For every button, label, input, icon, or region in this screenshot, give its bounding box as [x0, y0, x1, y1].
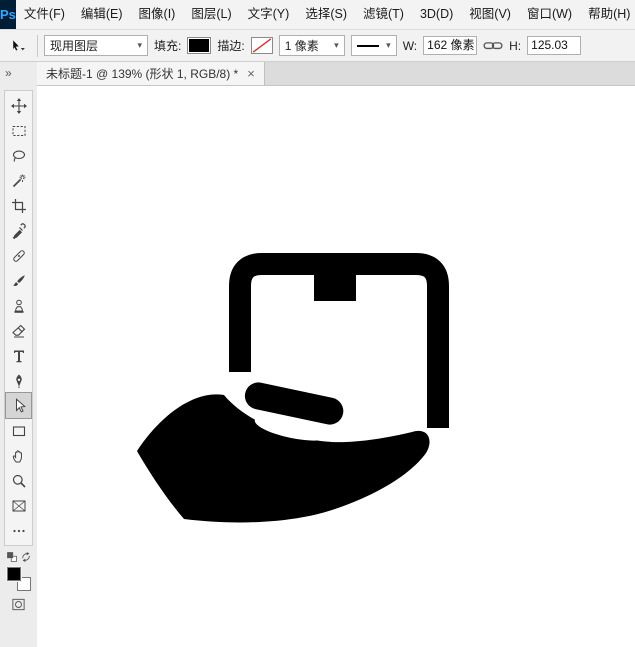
options-bar: 现用图层 ▾ 填充: 描边: 1 像素 ▾ ▾ W: 162 像素 H: 125…	[0, 30, 635, 62]
collapse-panel-button[interactable]: »	[0, 62, 37, 84]
close-tab-icon[interactable]: ×	[247, 67, 255, 80]
magic-wand-tool[interactable]	[6, 168, 31, 193]
magic-wand-tool-icon	[11, 173, 27, 189]
stroke-color-swatch[interactable]	[250, 37, 273, 54]
zoom-tool[interactable]	[6, 468, 31, 493]
hand-tool-icon	[11, 448, 27, 464]
move-tool[interactable]	[6, 93, 31, 118]
crop-tool-icon	[11, 198, 27, 214]
document-tab-bar: 未标题-1 @ 139% (形状 1, RGB/8) * ×	[37, 62, 635, 86]
eraser-tool-icon	[11, 323, 27, 339]
hand-holding-box-shape[interactable]	[132, 246, 454, 536]
height-input[interactable]: 125.03	[527, 36, 582, 55]
menu-item-3d[interactable]: 3D(D)	[412, 0, 461, 29]
marquee-tool-icon	[11, 123, 27, 139]
stroke-label: 描边:	[217, 39, 245, 53]
menu-item-window[interactable]: 窗口(W)	[519, 0, 580, 29]
menu-item-help[interactable]: 帮助(H)	[580, 0, 635, 29]
frame-tool-icon	[11, 498, 27, 514]
rectangle-tool[interactable]	[6, 418, 31, 443]
pen-tool[interactable]	[6, 368, 31, 393]
document-tab-title: 未标题-1 @ 139% (形状 1, RGB/8) *	[46, 67, 239, 81]
marquee-tool[interactable]	[6, 118, 31, 143]
eyedropper-tool[interactable]	[6, 218, 31, 243]
document-tab[interactable]: 未标题-1 @ 139% (形状 1, RGB/8) * ×	[37, 62, 265, 85]
zoom-tool-icon	[11, 473, 27, 489]
stroke-style-dropdown[interactable]: ▾	[350, 35, 397, 56]
menu-item-file[interactable]: 文件(F)	[16, 0, 73, 29]
eraser-tool[interactable]	[6, 318, 31, 343]
chevron-down-icon: ▾	[386, 40, 391, 50]
swap-colors-button[interactable]	[19, 550, 32, 563]
edit-toolbar-button[interactable]	[6, 518, 31, 543]
select-mode-dropdown[interactable]: 现用图层 ▾	[44, 35, 148, 56]
type-tool-icon	[11, 348, 27, 364]
chevron-down-icon: ▾	[137, 40, 142, 50]
path-selection-cursor-icon	[10, 38, 26, 54]
lasso-tool-icon	[11, 148, 27, 164]
menu-item-image[interactable]: 图像(I)	[131, 0, 184, 29]
chevron-down-icon: ▾	[334, 40, 339, 50]
menu-item-edit[interactable]: 编辑(E)	[73, 0, 131, 29]
quick-mask-button[interactable]	[6, 593, 31, 615]
stroke-width-dropdown[interactable]: 1 像素 ▾	[278, 35, 345, 56]
clone-stamp-tool-icon	[11, 298, 27, 314]
foreground-color-chip[interactable]	[6, 567, 21, 581]
height-label: H:	[509, 38, 522, 53]
menu-item-type[interactable]: 文字(Y)	[240, 0, 298, 29]
color-mini-controls	[5, 550, 32, 563]
rectangle-tool-icon	[11, 423, 27, 439]
width-input[interactable]: 162 像素	[423, 36, 478, 55]
path-selection-tool-icon	[11, 397, 27, 414]
path-selection-tool[interactable]	[5, 392, 32, 419]
clone-stamp-tool[interactable]	[6, 293, 31, 318]
brush-tool[interactable]	[6, 268, 31, 293]
no-color-slash-icon	[252, 38, 271, 53]
link-dimensions-icon[interactable]	[483, 39, 503, 53]
edit-toolbar-button-icon	[11, 523, 27, 539]
left-dock: »	[0, 62, 37, 647]
menu-bar: Ps 文件(F) 编辑(E) 图像(I) 图层(L) 文字(Y) 选择(S) 滤镜(T) 3D…	[0, 0, 635, 30]
separator	[37, 34, 38, 57]
stroke-width-value: 1 像素	[284, 39, 319, 53]
document-area: 未标题-1 @ 139% (形状 1, RGB/8) * ×	[37, 62, 635, 647]
canvas[interactable]	[37, 86, 635, 647]
fill-color-swatch[interactable]	[187, 37, 212, 54]
menu-item-filter[interactable]: 滤镜(T)	[355, 0, 412, 29]
healing-brush-tool-icon	[11, 248, 27, 264]
menu-item-view[interactable]: 视图(V)	[461, 0, 519, 29]
crop-tool[interactable]	[6, 193, 31, 218]
tool-preset-picker[interactable]	[5, 35, 31, 57]
brush-tool-icon	[11, 273, 27, 289]
width-label: W:	[402, 38, 418, 53]
hand-tool[interactable]	[6, 443, 31, 468]
main-area: » 未标题-1 @ 139% (形状 1, RGB/8) * ×	[0, 62, 635, 647]
menu-item-layer[interactable]: 图层(L)	[183, 0, 239, 29]
menu-item-select[interactable]: 选择(S)	[297, 0, 355, 29]
eyedropper-tool-icon	[11, 222, 27, 239]
move-tool-icon	[10, 97, 27, 114]
default-colors-button[interactable]	[5, 550, 18, 563]
tool-panel	[4, 90, 33, 546]
select-mode-value: 现用图层	[50, 39, 99, 53]
quick-mask-icon	[12, 598, 25, 610]
photoshop-logo[interactable]: Ps	[0, 0, 16, 29]
pen-tool-icon	[11, 373, 27, 389]
healing-brush-tool[interactable]	[6, 243, 31, 268]
lasso-tool[interactable]	[6, 143, 31, 168]
solid-line-icon	[356, 44, 379, 47]
color-chips	[6, 567, 31, 591]
type-tool[interactable]	[6, 343, 31, 368]
frame-tool[interactable]	[6, 493, 31, 518]
photoshop-app: Ps 文件(F) 编辑(E) 图像(I) 图层(L) 文字(Y) 选择(S) 滤镜(T) 3D…	[0, 0, 635, 647]
menu-items: 文件(F) 编辑(E) 图像(I) 图层(L) 文字(Y) 选择(S) 滤镜(T) 3D(D)…	[16, 0, 635, 29]
fill-label: 填充:	[154, 39, 182, 53]
